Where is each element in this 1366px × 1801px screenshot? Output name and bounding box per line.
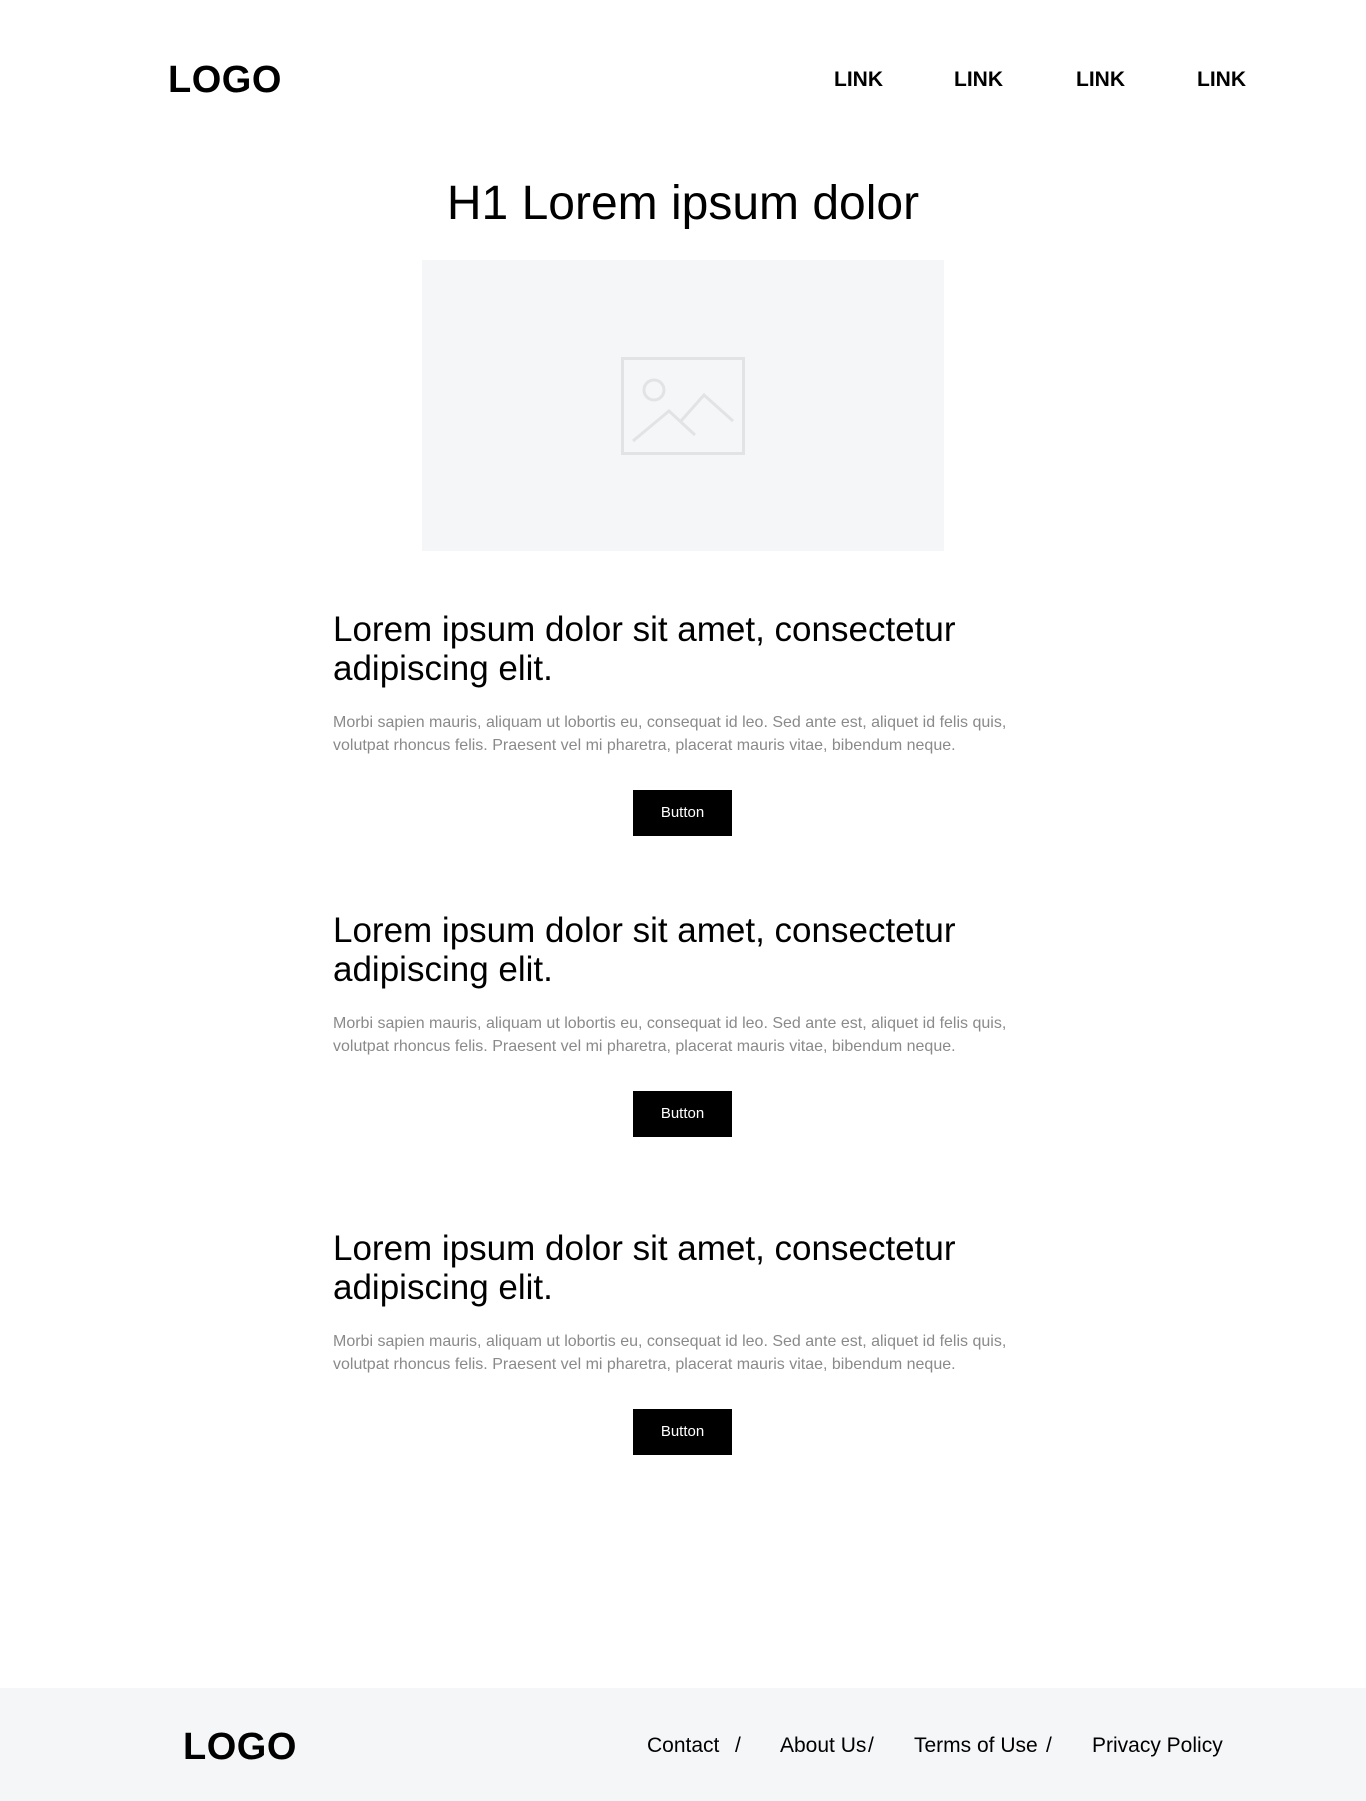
footer: LOGO Contact / About Us / Terms of Use /… — [0, 1688, 1366, 1801]
section-heading: Lorem ipsum dolor sit amet, consectetur … — [333, 610, 956, 688]
section-3-button[interactable]: Button — [633, 1409, 732, 1455]
section-heading: Lorem ipsum dolor sit amet, consectetur … — [333, 1229, 956, 1307]
nav-link-2[interactable]: LINK — [954, 68, 1003, 92]
content-section-2: Lorem ipsum dolor sit amet, consectetur … — [333, 911, 1033, 1137]
section-body: Morbi sapien mauris, aliquam ut lobortis… — [333, 1333, 1007, 1373]
footer-link-about-us[interactable]: About Us — [780, 1733, 866, 1759]
footer-separator: / — [868, 1734, 874, 1757]
section-1-button[interactable]: Button — [633, 790, 732, 836]
page-title: H1 Lorem ipsum dolor — [446, 177, 920, 230]
content-section-3: Lorem ipsum dolor sit amet, consectetur … — [333, 1229, 1033, 1455]
section-body: Morbi sapien mauris, aliquam ut lobortis… — [333, 714, 1007, 754]
footer-link-privacy-policy[interactable]: Privacy Policy — [1092, 1733, 1223, 1759]
section-heading: Lorem ipsum dolor sit amet, consectetur … — [333, 911, 956, 989]
footer-separator: / — [735, 1734, 741, 1757]
footer-logo[interactable]: LOGO — [183, 1725, 297, 1769]
nav-link-3[interactable]: LINK — [1076, 68, 1125, 92]
nav-link-4[interactable]: LINK — [1197, 68, 1246, 92]
footer-link-terms-of-use[interactable]: Terms of Use — [914, 1733, 1038, 1759]
hero-image-placeholder — [422, 260, 944, 551]
footer-link-contact[interactable]: Contact — [647, 1733, 719, 1759]
nav-link-1[interactable]: LINK — [834, 68, 883, 92]
image-placeholder-icon — [621, 357, 745, 455]
footer-separator: / — [1046, 1734, 1052, 1757]
header-logo[interactable]: LOGO — [168, 56, 282, 104]
section-body: Morbi sapien mauris, aliquam ut lobortis… — [333, 1015, 1007, 1055]
content-section-1: Lorem ipsum dolor sit amet, consectetur … — [333, 610, 1033, 836]
section-2-button[interactable]: Button — [633, 1091, 732, 1137]
